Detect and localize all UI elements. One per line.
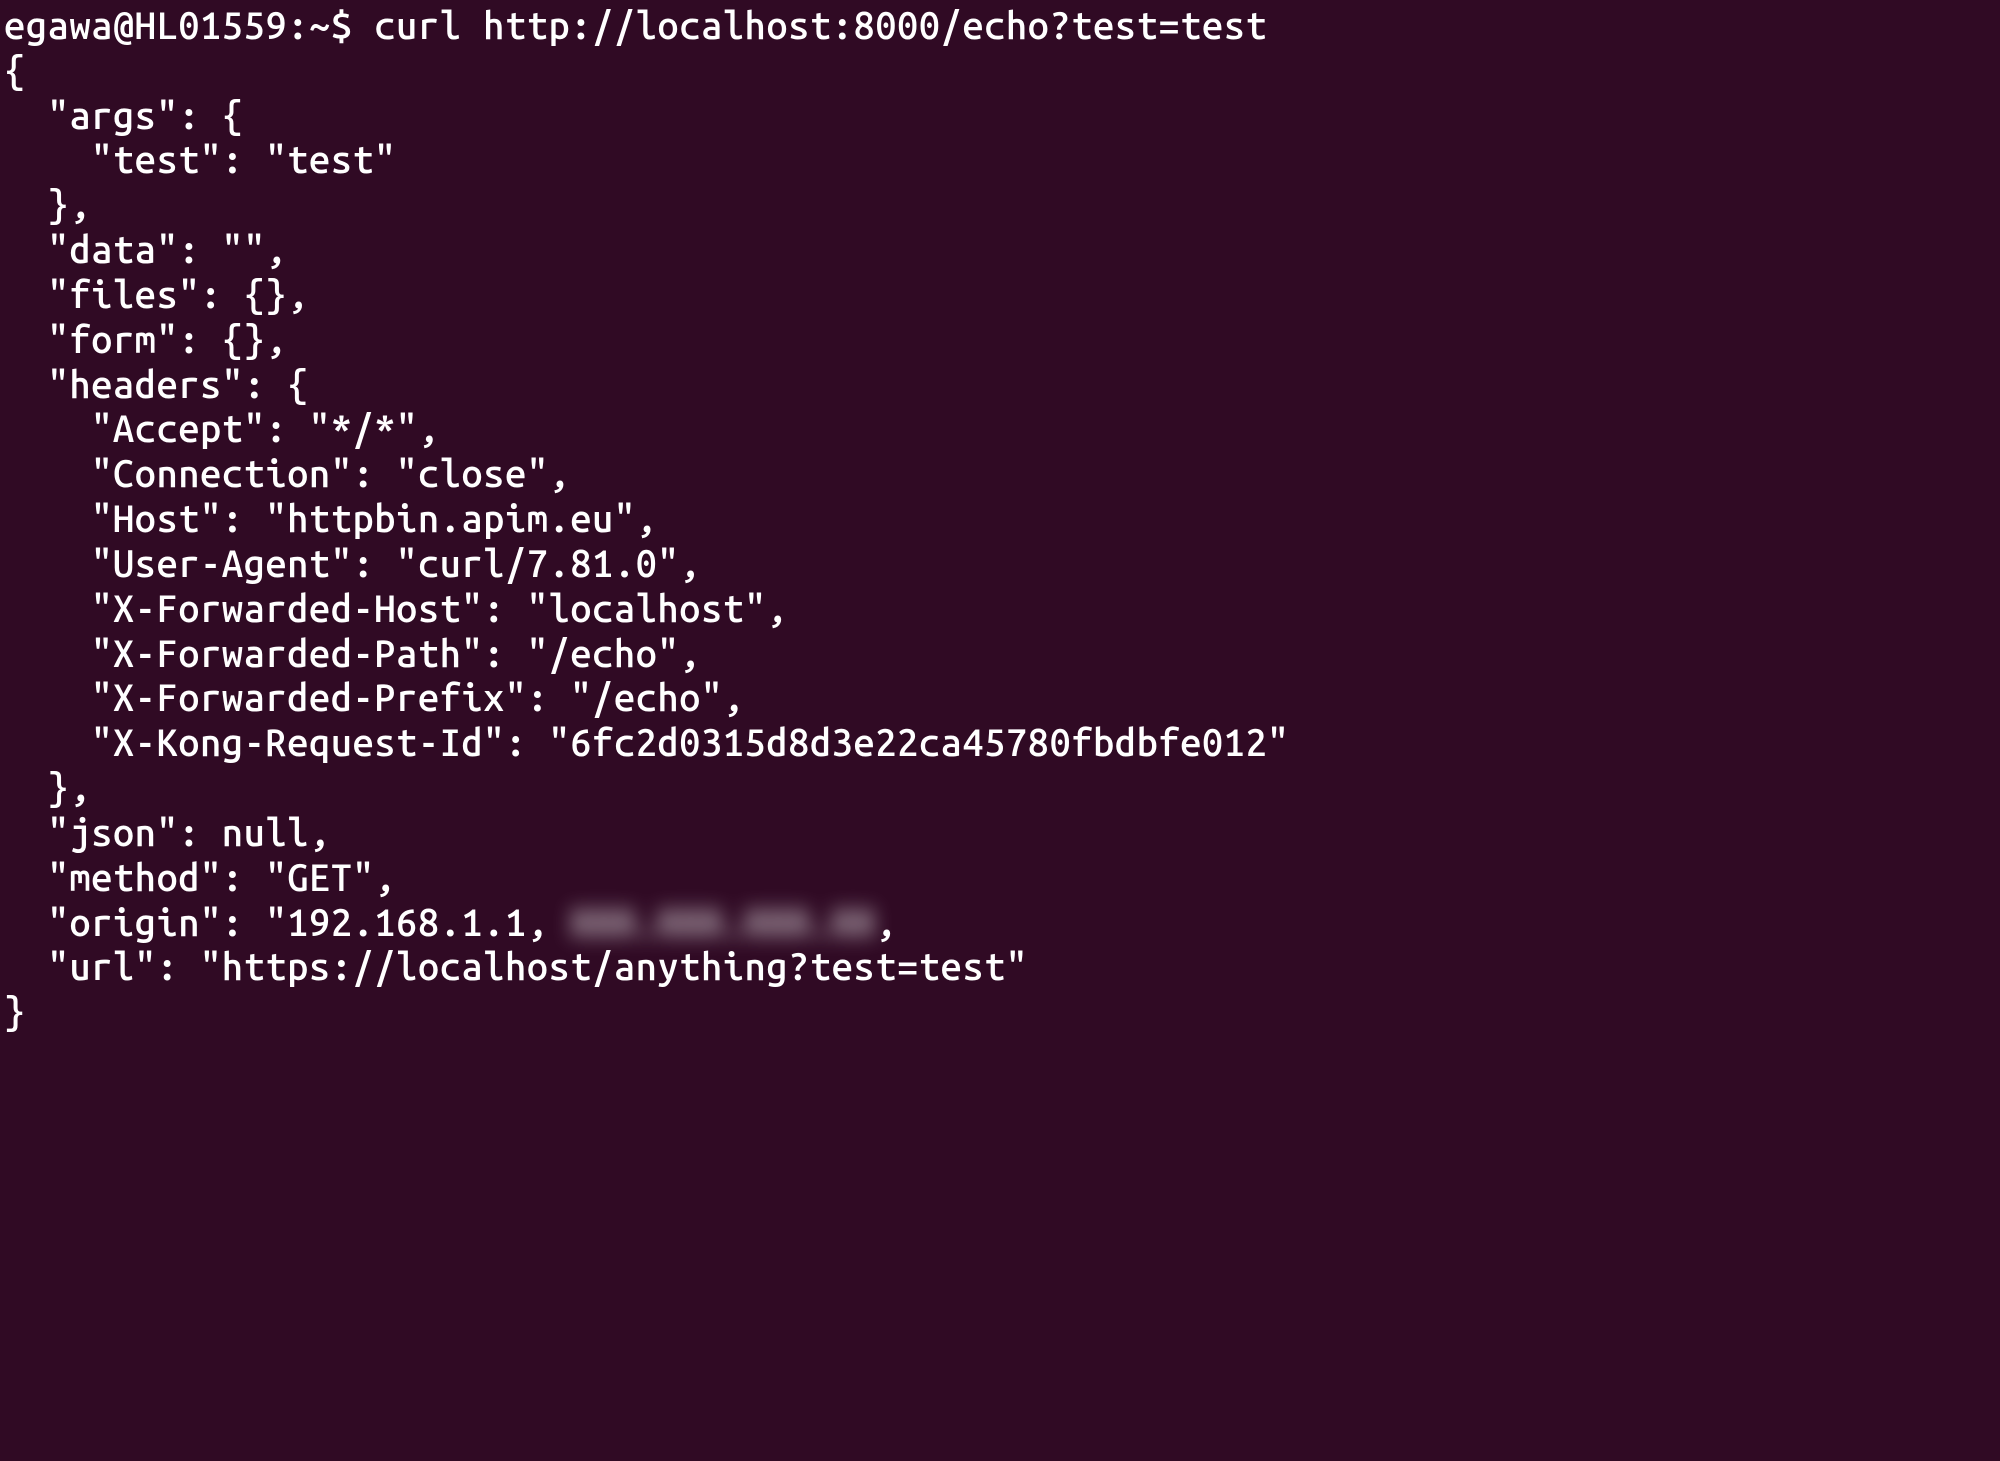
prompt-symbol: $ [331, 5, 353, 47]
output-origin-prefix: "origin": "192.168.1.1, [4, 902, 570, 944]
output-line: "form": {}, [4, 319, 287, 361]
output-line: { [4, 50, 26, 92]
output-line: "X-Kong-Request-Id": "6fc2d0315d8d3e22ca… [4, 722, 1289, 764]
output-line: }, [4, 767, 91, 809]
output-line: "User-Agent": "curl/7.81.0", [4, 543, 701, 585]
output-line: "X-Forwarded-Prefix": "/echo", [4, 677, 745, 719]
output-line: "args": { [4, 95, 244, 137]
output-line: "files": {}, [4, 274, 309, 316]
output-line: "data": "", [4, 229, 287, 271]
output-line: "Host": "httpbin.apim.eu", [4, 498, 657, 540]
output-origin-suffix: , [875, 902, 897, 944]
prompt-user-host: egawa@HL01559 [4, 5, 287, 47]
prompt-separator: : [287, 5, 309, 47]
terminal[interactable]: egawa@HL01559:~$ curl http://localhost:8… [0, 0, 2000, 1035]
output-line: "url": "https://localhost/anything?test=… [4, 946, 1028, 988]
output-line: "method": "GET", [4, 857, 396, 899]
output-line: "test": "test" [4, 139, 396, 181]
output-line: "Accept": "*/*", [4, 408, 440, 450]
output-line: "json": null, [4, 812, 331, 854]
output-line: "X-Forwarded-Path": "/echo", [4, 633, 701, 675]
output-line: "X-Forwarded-Host": "localhost", [4, 588, 788, 630]
output-line: }, [4, 184, 91, 226]
output-line: "headers": { [4, 364, 309, 406]
output-line: "Connection": "close", [4, 453, 570, 495]
redacted-ip: XXX.XXX.XXX.XX [570, 901, 875, 946]
prompt-cwd: ~ [309, 5, 331, 47]
output-line: } [4, 991, 26, 1033]
command-text: curl http://localhost:8000/echo?test=tes… [374, 5, 1267, 47]
